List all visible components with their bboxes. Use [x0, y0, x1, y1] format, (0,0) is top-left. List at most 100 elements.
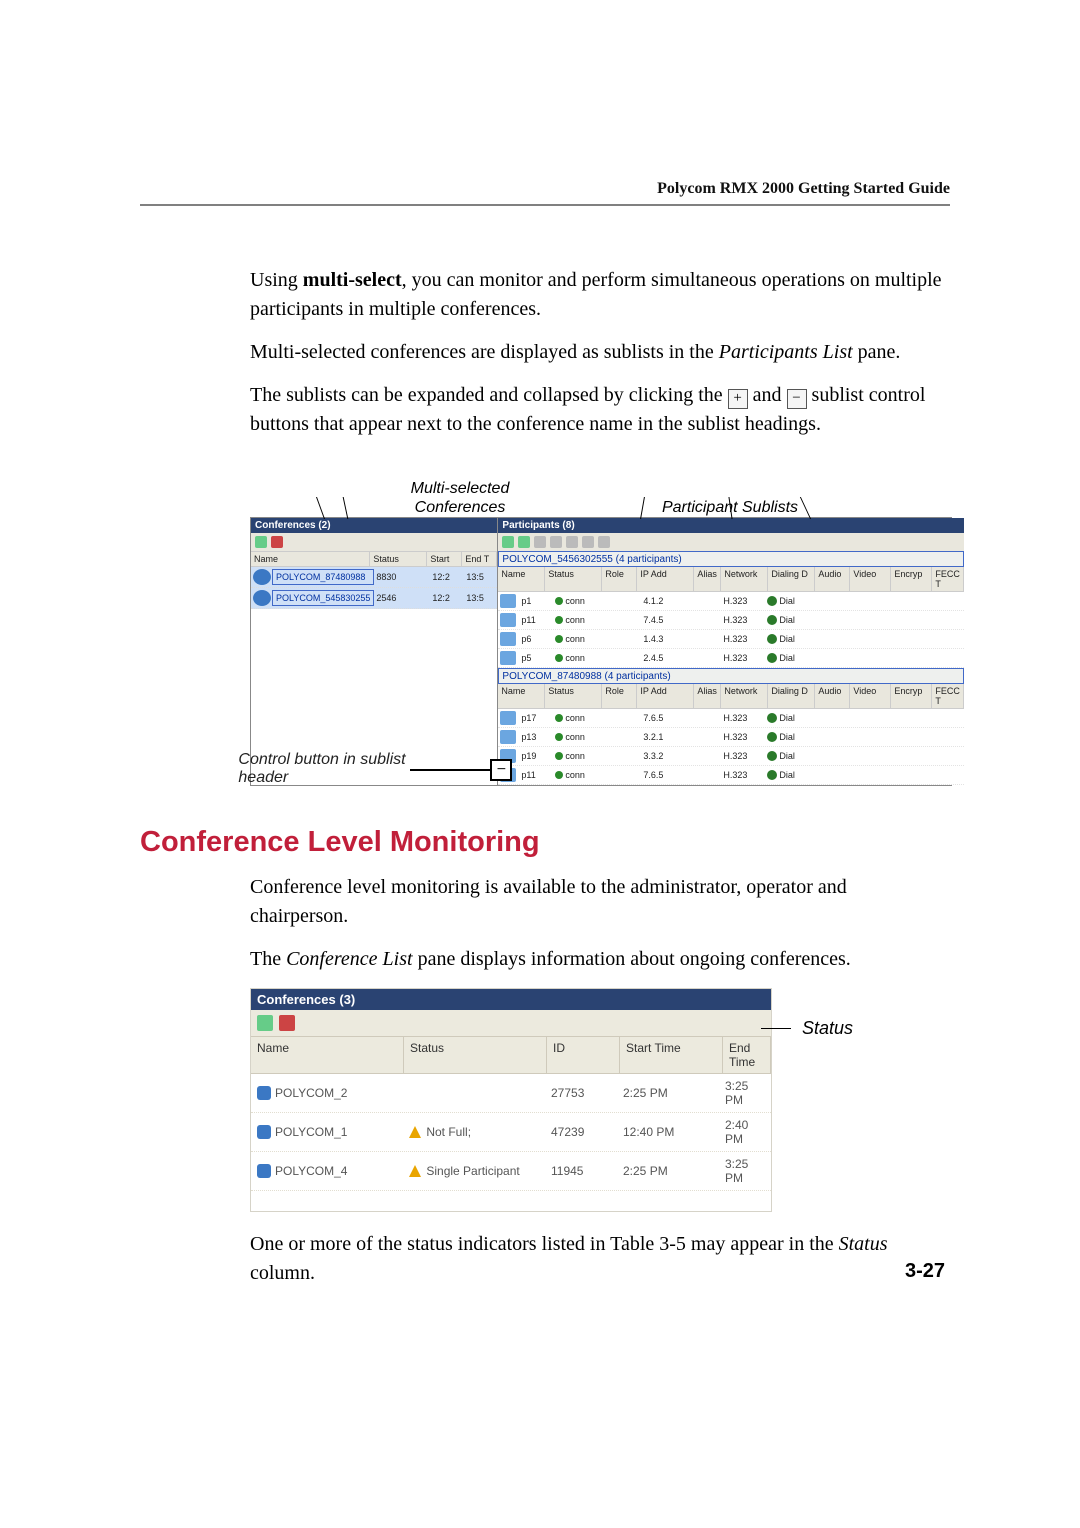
row-status-text: Not Full; [426, 1125, 471, 1139]
conf-start: 12:2 [429, 591, 463, 605]
col-ip: IP Add [637, 567, 694, 591]
p-role [606, 637, 640, 641]
toolbar-icon[interactable] [279, 1015, 295, 1031]
p-status: conn [552, 711, 606, 725]
conf-list-row[interactable]: POLYCOM_1 Not Full; 47239 12:40 PM 2:40 … [251, 1113, 771, 1152]
conf-icon [257, 1086, 271, 1100]
conf-icon [257, 1164, 271, 1178]
row-id: 11945 [545, 1161, 617, 1181]
page: Polycom RMX 2000 Getting Started Guide U… [0, 0, 1080, 1528]
p-role [606, 716, 640, 720]
participant-row[interactable]: p6conn1.4.3H.323Dial [498, 630, 964, 649]
intro-p1-bold: multi-select [303, 269, 402, 291]
dial-icon [767, 732, 777, 742]
p-ip: 4.1.2 [640, 594, 694, 608]
toolbar-icon[interactable] [502, 536, 514, 548]
p-alias [694, 599, 720, 603]
toolbar-icon[interactable] [566, 536, 578, 548]
sublist-header[interactable]: POLYCOM_5456302555 (4 participants) [498, 551, 964, 567]
dial-icon [767, 615, 777, 625]
warning-icon [409, 1165, 421, 1177]
p-dial-text: Dial [779, 751, 795, 761]
row-name: POLYCOM_1 [251, 1122, 403, 1142]
p-name: p11 [518, 613, 552, 627]
toolbar-icon[interactable] [518, 536, 530, 548]
p-name: p11 [518, 768, 552, 782]
toolbar-icon[interactable] [255, 536, 267, 548]
sublist-header[interactable]: POLYCOM_87480988 (4 participants) [498, 668, 964, 684]
participant-row[interactable]: p13conn3.2.1H.323Dial [498, 728, 964, 747]
p-network: H.323 [720, 768, 764, 782]
p-status: conn [552, 613, 606, 627]
participant-row[interactable]: p17conn7.6.5H.323Dial [498, 709, 964, 728]
participant-row[interactable]: p11conn7.6.5H.323Dial [498, 766, 964, 785]
sec-p2-b: pane displays information about ongoing … [413, 948, 851, 970]
participant-row[interactable]: p19conn3.3.2H.323Dial [498, 747, 964, 766]
col-name: Name [498, 567, 545, 591]
participant-row[interactable]: p11conn7.4.5H.323Dial [498, 611, 964, 630]
participant-icon [500, 594, 516, 608]
toolbar-icon[interactable] [598, 536, 610, 548]
p-dial: Dial [764, 594, 820, 608]
conf-row[interactable]: POLYCOM_545830255 2546 12:2 13:5 [251, 588, 497, 609]
annot-status: Status [802, 1018, 853, 1039]
conf-list-row[interactable]: POLYCOM_2 27753 2:25 PM 3:25 PM [251, 1074, 771, 1113]
status-dot-icon [555, 597, 563, 605]
p-status: conn [552, 730, 606, 744]
p-dial-text: Dial [779, 634, 795, 644]
row-name-text: POLYCOM_1 [275, 1125, 347, 1139]
p-status-text: conn [565, 713, 585, 723]
participant-icon [500, 730, 516, 744]
leader-line [316, 497, 325, 519]
p-status: conn [552, 594, 606, 608]
status-dot-icon [555, 714, 563, 722]
status-dot-icon [555, 635, 563, 643]
col-status: Status [545, 684, 602, 708]
p-ip: 7.6.5 [640, 768, 694, 782]
conf-id: 2546 [373, 591, 429, 605]
col-status: Status [545, 567, 602, 591]
participant-row[interactable]: p5conn2.4.5H.323Dial [498, 649, 964, 668]
row-end: 3:25 PM [719, 1154, 771, 1188]
col-end: End T [462, 552, 497, 566]
figure-multiselect: Multi-selected Conferences Participant S… [250, 457, 952, 786]
toolbar-icon[interactable] [271, 536, 283, 548]
p-status-text: conn [565, 615, 585, 625]
participant-icon [500, 711, 516, 725]
conf-row[interactable]: POLYCOM_87480988 8830 12:2 13:5 [251, 567, 497, 588]
p-name: p1 [518, 594, 552, 608]
p-status: conn [552, 749, 606, 763]
section-body: Conference level monitoring is available… [250, 873, 950, 974]
participant-icon [500, 651, 516, 665]
sec-p1: Conference level monitoring is available… [250, 873, 950, 931]
p-network: H.323 [720, 730, 764, 744]
dial-icon [767, 634, 777, 644]
p-role [606, 754, 640, 758]
col-video: Video [850, 684, 891, 708]
p-alias [694, 773, 720, 777]
leader-line [800, 497, 811, 519]
toolbar-icon[interactable] [534, 536, 546, 548]
conf-col-header: Name Status Start End T [251, 551, 497, 567]
p-ip: 1.4.3 [640, 632, 694, 646]
conf-list-row[interactable]: POLYCOM_4 Single Participant 11945 2:25 … [251, 1152, 771, 1191]
status-dot-icon [555, 616, 563, 624]
toolbar-icon[interactable] [550, 536, 562, 548]
sublist-col-header: Name Status Role IP Add Alias Network Di… [498, 684, 964, 709]
leader-line [640, 497, 645, 519]
p-dial-text: Dial [779, 713, 795, 723]
col-network: Network [721, 567, 768, 591]
page-number: 3-27 [905, 1260, 945, 1283]
col-id: ID [547, 1037, 620, 1073]
toolbar-icon[interactable] [257, 1015, 273, 1031]
toolbar-icon[interactable] [582, 536, 594, 548]
intro-p3-b: and [748, 384, 787, 406]
col-dialing: Dialing D [768, 567, 815, 591]
p-name: p6 [518, 632, 552, 646]
participant-row[interactable]: p1conn4.1.2H.323Dial [498, 592, 964, 611]
annot-leader-lines [250, 497, 952, 519]
p-ip: 2.4.5 [640, 651, 694, 665]
p-status-text: conn [565, 770, 585, 780]
col-status: Status [404, 1037, 547, 1073]
col-name: Name [251, 552, 370, 566]
